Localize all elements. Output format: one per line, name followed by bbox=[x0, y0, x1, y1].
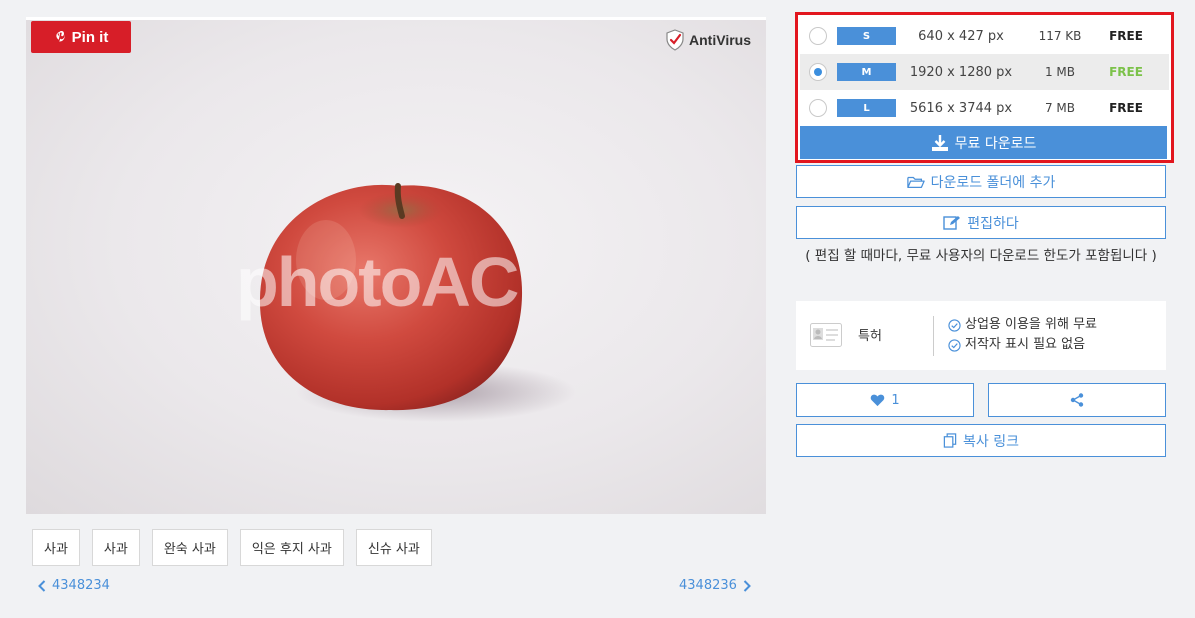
copy-link-label: 복사 링크 bbox=[963, 433, 1019, 450]
copy-icon bbox=[943, 433, 957, 448]
share-icon bbox=[1070, 393, 1084, 407]
edit-note-text: ( 편집 할 때마다, 무료 사용자의 다운로드 한도가 포함됩니다 ) bbox=[805, 248, 1157, 264]
pin-it-button[interactable]: Pin it bbox=[31, 21, 131, 53]
license-label: 특허 bbox=[858, 329, 882, 344]
like-button[interactable]: 1 bbox=[796, 383, 974, 417]
shield-check-icon bbox=[666, 29, 684, 51]
tag-item[interactable]: 사과 bbox=[91, 529, 140, 566]
add-to-folder-button[interactable]: 다운로드 폴더에 추가 bbox=[796, 165, 1166, 198]
apple-photo[interactable]: photoAC bbox=[26, 20, 766, 514]
tag-item[interactable]: 익은 후지 사과 bbox=[239, 529, 344, 566]
check-circle-icon bbox=[948, 318, 961, 332]
size-price: FREE bbox=[1109, 101, 1143, 115]
edit-label: 편집하다 bbox=[967, 215, 1019, 232]
size-dimensions: 5616 x 3744 px bbox=[909, 100, 1013, 116]
license-items: 상업용 이용을 위해 무료 저작자 표시 필요 없음 bbox=[948, 315, 1097, 355]
size-selector-panel: S 640 x 427 px 117 KB FREE M 1920 x 1280… bbox=[795, 12, 1174, 163]
size-option-m[interactable]: M 1920 x 1280 px 1 MB FREE bbox=[800, 54, 1169, 90]
tag-item[interactable]: 사과 bbox=[32, 529, 80, 566]
size-filesize: 7 MB bbox=[1044, 101, 1076, 115]
license-item-text: 저작자 표시 필요 없음 bbox=[965, 337, 1086, 352]
previous-photo-link[interactable]: 4348234 bbox=[38, 578, 110, 593]
antivirus-badge: AntiVirus bbox=[665, 29, 751, 51]
size-code-badge: L bbox=[837, 99, 896, 117]
antivirus-label: AntiVirus bbox=[689, 32, 751, 48]
size-filesize: 117 KB bbox=[1038, 29, 1082, 43]
heart-icon bbox=[871, 394, 885, 407]
license-panel: 특허 상업용 이용을 위해 무료 저작자 표시 필요 없음 bbox=[796, 301, 1166, 370]
copy-link-button[interactable]: 복사 링크 bbox=[796, 424, 1166, 457]
photoac-watermark: photoAC bbox=[236, 243, 519, 321]
edit-button[interactable]: 편집하다 bbox=[796, 206, 1166, 239]
size-radio-l[interactable] bbox=[809, 99, 827, 117]
size-price: FREE bbox=[1109, 65, 1143, 79]
license-item-text: 상업용 이용을 위해 무료 bbox=[965, 317, 1097, 332]
tag-item[interactable]: 신슈 사과 bbox=[355, 529, 432, 566]
size-option-s[interactable]: S 640 x 427 px 117 KB FREE bbox=[800, 18, 1169, 54]
size-radio-s[interactable] bbox=[809, 27, 827, 45]
license-divider bbox=[933, 316, 934, 356]
size-price: FREE bbox=[1109, 29, 1143, 43]
free-download-label: 무료 다운로드 bbox=[954, 135, 1037, 152]
license-card-icon bbox=[810, 323, 842, 347]
size-filesize: 1 MB bbox=[1044, 65, 1076, 79]
like-count: 1 bbox=[891, 392, 900, 408]
size-dimensions: 640 x 427 px bbox=[918, 28, 1004, 44]
previous-photo-id: 4348234 bbox=[52, 578, 110, 593]
tag-item[interactable]: 완숙 사과 bbox=[151, 529, 228, 566]
add-to-folder-label: 다운로드 폴더에 추가 bbox=[930, 174, 1056, 191]
share-button[interactable] bbox=[988, 383, 1166, 417]
license-item: 저작자 표시 필요 없음 bbox=[948, 335, 1097, 355]
size-dimensions: 1920 x 1280 px bbox=[909, 64, 1013, 80]
size-radio-m[interactable] bbox=[809, 63, 827, 81]
chevron-right-icon bbox=[743, 579, 751, 592]
chevron-left-icon bbox=[38, 579, 46, 592]
pin-it-label: Pin it bbox=[71, 28, 109, 46]
check-circle-icon bbox=[948, 338, 961, 352]
license-item: 상업용 이용을 위해 무료 bbox=[948, 315, 1097, 335]
photo-container: photoAC Pin it AntiVirus bbox=[26, 17, 766, 514]
tag-list: 사과 사과 완숙 사과 익은 후지 사과 신슈 사과 bbox=[32, 529, 432, 566]
size-code-badge: S bbox=[837, 27, 896, 45]
next-photo-id: 4348236 bbox=[679, 578, 737, 593]
size-code-badge: M bbox=[837, 63, 896, 81]
size-option-l[interactable]: L 5616 x 3744 px 7 MB FREE bbox=[800, 90, 1169, 126]
pinterest-icon bbox=[56, 30, 65, 41]
next-photo-link[interactable]: 4348236 bbox=[679, 578, 751, 593]
free-download-button[interactable]: 무료 다운로드 bbox=[800, 126, 1167, 159]
folder-open-icon bbox=[906, 176, 925, 188]
edit-icon bbox=[943, 215, 961, 230]
download-icon bbox=[931, 134, 948, 151]
